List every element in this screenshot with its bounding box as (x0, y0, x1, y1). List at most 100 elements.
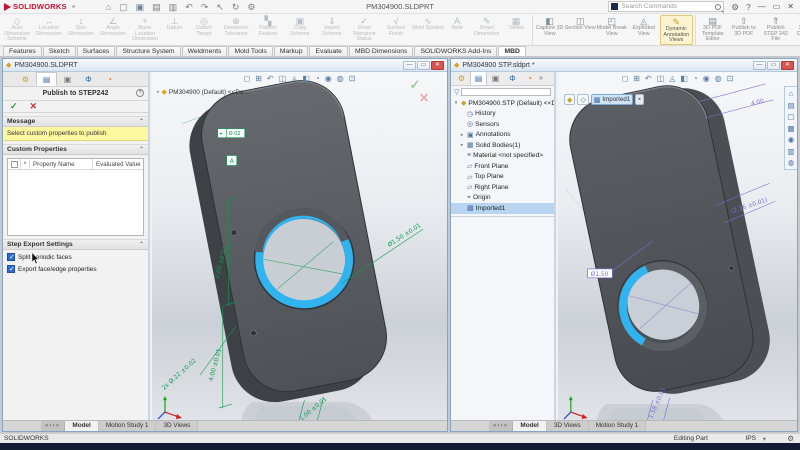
feature-breadcrumb[interactable]: ▸ ◆ PM304900 (Default) <<De... (157, 88, 249, 97)
ribbon-button[interactable]: ▦ Tables (503, 15, 530, 45)
right-win-close[interactable]: ✕ (781, 60, 794, 70)
select-all-checkbox[interactable] (10, 160, 18, 168)
pm-cancel-button[interactable]: ✕ (30, 101, 38, 112)
quick-access-icon[interactable]: ▢ (119, 1, 128, 13)
document-tab[interactable]: Motion Study 1 (588, 421, 647, 431)
ribbon-button[interactable]: + Basic Location Dimension (129, 15, 161, 45)
tree-item[interactable]: ◎ Sensors (451, 119, 554, 130)
quick-access-icon[interactable]: ▤ (152, 1, 161, 13)
tab-overflow-chevron[interactable]: » (539, 72, 543, 85)
tree-item[interactable]: ▱ Right Plane (451, 182, 554, 193)
expand-arrow-icon[interactable]: ▸ (459, 142, 465, 148)
left-win-restore[interactable]: ▭ (417, 60, 430, 70)
step-export-settings-header[interactable]: Step Export Settings ⌃ (3, 239, 148, 250)
left-3d-model-view[interactable]: ⌖ Ø.02 A 2.00 ±0.01 4.00 ±0.01 2x Ø.22 ±… (152, 72, 447, 420)
confirm-cancel-icon[interactable]: ✕ (413, 92, 435, 105)
headsup-icon[interactable]: ⊞ (633, 74, 640, 84)
manager-tab[interactable]: Φ (78, 72, 99, 86)
message-group-header[interactable]: Message ⌃ (3, 116, 148, 127)
task-pane-icon[interactable]: ▢ (787, 112, 794, 121)
headsup-icon[interactable]: ⊡ (349, 74, 356, 84)
headsup-icon[interactable]: ⊡ (727, 74, 734, 84)
tree-item[interactable]: ▸ ▦ Solid Bodies(1) (451, 140, 554, 151)
export-option-row[interactable]: Export face/edge properties (7, 265, 144, 273)
quick-access-icon[interactable]: ▣ (136, 1, 145, 13)
manager-tab[interactable]: ⚙ (453, 72, 470, 85)
command-tab[interactable]: MBD (498, 46, 526, 56)
command-tab[interactable]: Markup (273, 46, 309, 56)
ribbon-button[interactable]: ◎ Datum Target (188, 15, 220, 45)
breadcrumb-body-chip[interactable]: ◇ (577, 94, 589, 105)
pm-ok-button[interactable]: ✓ (10, 101, 18, 112)
ribbon-button[interactable]: ↔ Location Dimension (33, 15, 65, 45)
status-units[interactable]: IPS (745, 435, 756, 442)
ribbon-button[interactable]: ▤ 3D PDF Template Editor (694, 15, 728, 45)
ribbon-button[interactable]: ▚ Pattern Feature (252, 15, 284, 45)
task-pane-icon[interactable]: ◍ (788, 158, 795, 167)
breadcrumb-part-chip[interactable]: ◆ (564, 94, 576, 105)
manager-tab[interactable]: ▤ (470, 72, 487, 85)
right-win-minimize[interactable]: — (753, 60, 766, 70)
left-win-minimize[interactable]: — (403, 60, 416, 70)
headsup-icon[interactable]: ◫ (657, 74, 665, 84)
tree-item[interactable]: ▱ Front Plane (451, 161, 554, 172)
tree-item[interactable]: ▸ ▣ Annotations (451, 130, 554, 141)
ribbon-button[interactable]: ⇓ Import Scheme (316, 15, 348, 45)
manager-tab[interactable]: ⚙ (15, 72, 36, 86)
tree-item[interactable]: ◷ History (451, 109, 554, 120)
tree-item[interactable]: ▱ Top Plane (451, 172, 554, 183)
ribbon-button[interactable]: ◫ Section View (565, 15, 596, 45)
headsup-icon[interactable]: ◔ (693, 74, 698, 84)
manager-tab[interactable]: Φ (504, 72, 521, 85)
breadcrumb-feature-chip[interactable]: ▩ Imported1 (590, 94, 634, 105)
command-tab[interactable]: Features (3, 46, 42, 56)
breadcrumb-face-chip[interactable]: ▪ (635, 94, 644, 105)
headsup-icon[interactable]: ◉ (703, 74, 710, 84)
close-button[interactable]: ✕ (787, 1, 794, 13)
tree-item[interactable]: ▩ Imported1 (451, 203, 554, 214)
brand-caret-icon[interactable]: ▸ (73, 3, 76, 10)
task-pane-icon[interactable]: ◉ (788, 135, 795, 144)
left-window-titlebar[interactable]: ◆ PM304900.SLDPRT — ▭ ✕ (3, 59, 447, 72)
task-pane-icon[interactable]: ⌂ (789, 89, 794, 98)
headsup-icon[interactable]: ◫ (279, 74, 287, 84)
tab-scroll-arrows[interactable]: «‹›» (41, 421, 66, 431)
ribbon-button[interactable]: ✎ Smart Dimension (471, 15, 503, 45)
headsup-icon[interactable]: ⊞ (255, 74, 262, 84)
ribbon-button[interactable]: ∿ Weld Symbol (412, 15, 444, 45)
headsup-icon[interactable]: ◔ (315, 74, 320, 84)
headsup-icon[interactable]: ◻ (244, 74, 251, 84)
ribbon-button[interactable]: A Note (444, 15, 471, 45)
headsup-icon[interactable]: ◍ (715, 74, 722, 84)
task-pane-icon[interactable]: ▤ (787, 101, 794, 110)
command-tab[interactable]: Structure System (116, 46, 181, 56)
tree-item[interactable]: ⌖ Origin (451, 193, 554, 204)
quick-access-icon[interactable]: ↶ (185, 1, 193, 13)
ribbon-button[interactable]: ◧ Capture 3D View (531, 15, 565, 45)
filter-input[interactable] (461, 88, 551, 96)
expand-arrow-icon[interactable]: ▸ (459, 132, 465, 138)
quick-access-icon[interactable]: ↖ (216, 1, 224, 13)
ribbon-button[interactable]: ✎ Dynamic Annotation Views (659, 15, 693, 45)
confirm-ok-icon[interactable]: ✓ (395, 78, 435, 92)
quick-access-icon[interactable]: ↷ (201, 1, 209, 13)
left-win-close[interactable]: ✕ (431, 60, 444, 70)
command-tab[interactable]: MBD Dimensions (348, 46, 414, 56)
ribbon-button[interactable]: ↕ Size Dimension (65, 15, 97, 45)
right-3d-model-view[interactable]: 4.00 Ø1.50 (2.36 ±0.01) 1.18 ±0.01 (558, 72, 797, 420)
command-tab[interactable]: Mold Tools (228, 46, 273, 56)
search-commands-box[interactable]: Search Commands (608, 1, 725, 12)
checked-checkbox[interactable] (7, 265, 15, 273)
ribbon-button[interactable]: ◬ Exploded View (628, 15, 660, 45)
tree-filter[interactable]: ▽ (451, 86, 554, 98)
ribbon-button[interactable]: ◇ Auto Dimension Scheme (1, 15, 33, 45)
manager-tab[interactable]: ◔ (521, 72, 538, 85)
ribbon-button[interactable]: ▣ Copy Scheme (284, 15, 316, 45)
ribbon-button[interactable]: √ Surface Finish (380, 15, 412, 45)
headsup-icon[interactable]: ◧ (302, 74, 310, 84)
headsup-icon[interactable]: ↶ (645, 74, 652, 84)
manager-tab[interactable]: ▣ (57, 72, 78, 86)
headsup-icon[interactable]: ◬ (291, 74, 297, 84)
ribbon-button[interactable]: ⇧ Publish to 3D PDF (728, 15, 760, 45)
command-tab[interactable]: SOLIDWORKS Add-Ins (414, 46, 498, 56)
